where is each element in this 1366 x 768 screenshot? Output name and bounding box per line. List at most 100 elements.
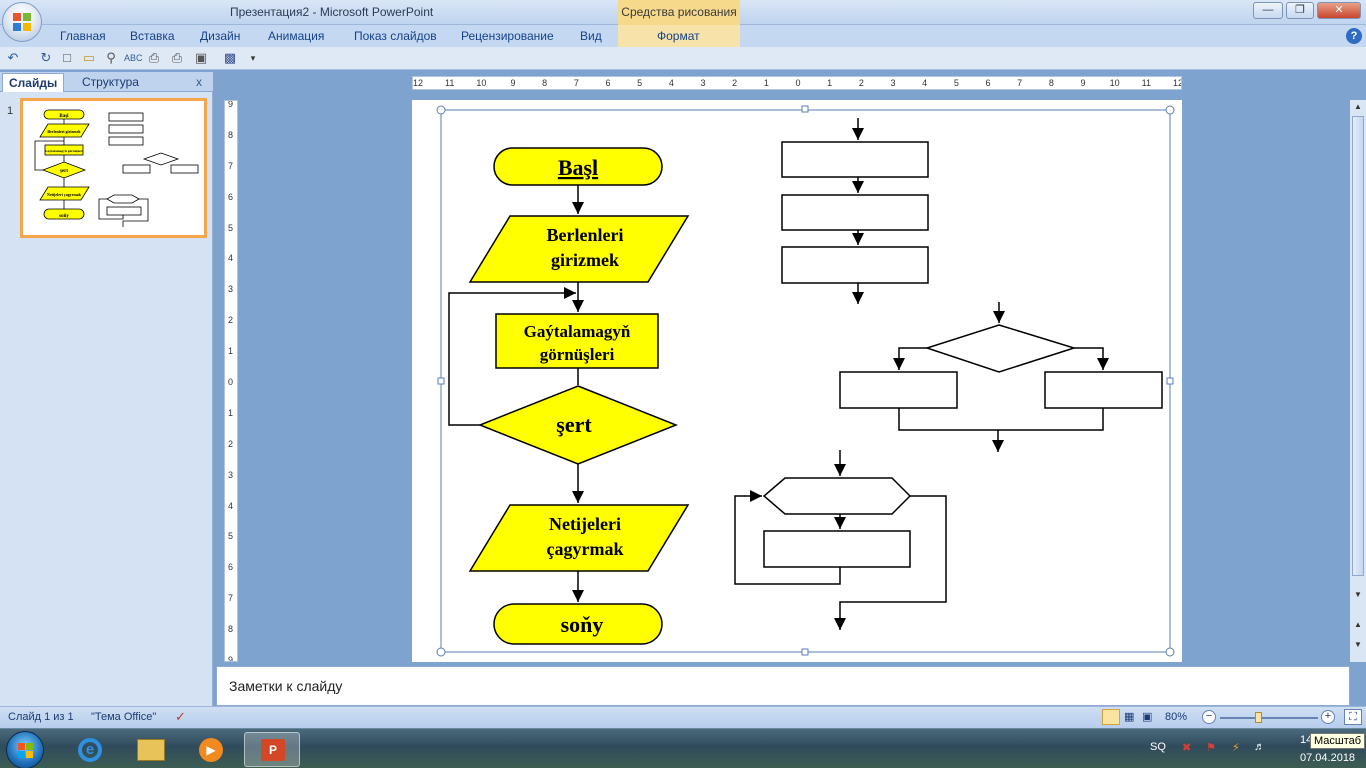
flowchart-svg: Başl Berlenleri girizmek Gaýtalamagyň gö… (436, 105, 1175, 657)
resize-handle-ne[interactable] (1165, 105, 1175, 115)
hruler-label: 9 (1080, 78, 1086, 88)
file-explorer-button[interactable] (123, 732, 179, 767)
start-button[interactable] (6, 731, 44, 768)
notes-placeholder[interactable]: Заметки к слайду (229, 678, 342, 694)
internet-explorer-button[interactable]: e (62, 732, 118, 767)
branch-left-box (839, 371, 958, 409)
tab-insert[interactable]: Вставка (130, 29, 175, 43)
language-indicator[interactable]: SQ (1150, 741, 1166, 753)
tab-slides[interactable]: Слайды (2, 73, 65, 92)
tab-slide-show[interactable]: Показ слайдов (354, 29, 437, 43)
powerpoint-icon: P (261, 739, 285, 761)
tab-animation[interactable]: Анимация (268, 29, 324, 43)
zoom-slider-track[interactable] (1220, 717, 1318, 719)
undo-icon[interactable]: ↶ (5, 50, 21, 66)
horizontal-ruler: 1211109876543210123456789101112 (412, 76, 1182, 90)
resize-handle-se[interactable] (1165, 647, 1175, 657)
print-preview-icon[interactable]: ⚲ (103, 50, 119, 66)
zoom-slider-thumb[interactable] (1255, 712, 1263, 723)
hruler-label: 0 (795, 78, 801, 88)
scroll-down-icon[interactable]: ▼ (1352, 590, 1364, 602)
folder-icon (137, 739, 165, 761)
tab-design[interactable]: Дизайн (200, 29, 240, 43)
volume-icon[interactable]: ♬ (1254, 741, 1265, 753)
resize-handle-e[interactable] (1166, 377, 1174, 385)
hruler-label: 12 (1172, 78, 1181, 88)
network-icon[interactable]: ✖ (1182, 741, 1191, 754)
process-text-line2: görnüşleri (540, 345, 615, 364)
minimize-button[interactable]: — (1253, 2, 1283, 19)
action-center-icon[interactable]: ⚑ (1206, 741, 1216, 754)
hruler-label: 8 (542, 78, 548, 88)
input-text-line2: girizmek (551, 250, 619, 270)
help-icon[interactable]: ? (1346, 28, 1362, 44)
resize-handle-s[interactable] (801, 648, 809, 656)
vruler-label: 1 (228, 346, 234, 357)
vruler-label: 5 (228, 222, 234, 233)
output-text-line2: çagyrmak (547, 539, 624, 559)
vertical-scrollbar[interactable]: ▲ ▼ ▲ ▼ (1350, 100, 1366, 662)
spelling-check-icon[interactable]: ✓ (175, 709, 186, 725)
thumb-start-text: Başl (59, 114, 69, 119)
hruler-label: 4 (668, 78, 674, 88)
print-icon[interactable]: ⎙ (169, 50, 185, 66)
spelling-icon[interactable]: ABC (124, 50, 143, 66)
resize-handle-n[interactable] (801, 105, 809, 113)
media-player-icon: ▶ (199, 738, 223, 762)
theme-name[interactable]: "Тема Office" (91, 711, 156, 723)
vruler-label: 4 (228, 253, 234, 264)
normal-view-icon[interactable] (1102, 709, 1120, 725)
vruler-label: 2 (228, 438, 234, 449)
save-icon[interactable]: ▩ (222, 50, 238, 66)
clock-date[interactable]: 07.04.2018 (1300, 752, 1355, 764)
hruler-label: 5 (953, 78, 959, 88)
hruler-label: 5 (637, 78, 643, 88)
slide-thumbnail[interactable]: Başl Berlenleri girizmek Gaýtalamagyň gö… (20, 98, 207, 238)
tab-home[interactable]: Главная (60, 29, 106, 43)
thumb-output-text: Netijeleri çagyrmak (47, 192, 82, 197)
resize-handle-w[interactable] (437, 377, 445, 385)
zoom-tooltip: Масштаб (1310, 733, 1366, 749)
vruler-label: 3 (228, 469, 234, 480)
slides-panel: Слайды Структура x 1 Başl Berlenleri gir… (0, 72, 213, 706)
tab-format[interactable]: Формат (657, 29, 700, 43)
layout-icon[interactable]: ▣ (193, 50, 209, 66)
open-icon[interactable]: ▭ (81, 50, 97, 66)
tab-review[interactable]: Рецензирование (461, 29, 554, 43)
customize-icon[interactable]: ▾ (245, 50, 261, 66)
zoom-level[interactable]: 80% (1165, 711, 1187, 723)
tab-structure[interactable]: Структура (76, 73, 145, 92)
previous-slide-icon[interactable]: ▲ (1352, 620, 1364, 632)
media-player-button[interactable]: ▶ (183, 732, 239, 767)
vruler-label: 8 (228, 624, 234, 635)
linear-step-2 (781, 194, 929, 231)
slide-canvas[interactable]: Başl Berlenleri girizmek Gaýtalamagyň gö… (412, 100, 1182, 662)
new-icon[interactable]: □ (59, 50, 75, 66)
slide-show-icon[interactable]: ▣ (1142, 710, 1152, 723)
slide-sorter-icon[interactable]: ▦ (1124, 710, 1134, 723)
redo-icon[interactable]: ↻ (38, 50, 54, 66)
fit-to-window-icon[interactable]: ⛶ (1344, 709, 1362, 725)
scroll-up-icon[interactable]: ▲ (1352, 102, 1364, 114)
power-icon[interactable]: ⚡ (1232, 741, 1240, 754)
vruler-label: 1 (228, 407, 234, 418)
resize-handle-sw[interactable] (436, 647, 446, 657)
zoom-out-icon[interactable]: − (1202, 710, 1216, 724)
hruler-label: 2 (858, 78, 864, 88)
resize-handle-nw[interactable] (436, 105, 446, 115)
branch-diamond (924, 324, 1077, 373)
next-slide-icon[interactable]: ▼ (1352, 640, 1364, 652)
maximize-button[interactable]: ❐ (1286, 2, 1314, 19)
panel-close-icon[interactable]: x (196, 75, 202, 89)
powerpoint-button[interactable]: P (244, 732, 300, 767)
quick-print-icon[interactable]: ⎙ (146, 50, 162, 66)
notes-pane[interactable]: Заметки к слайду (216, 666, 1350, 706)
linear-step-1 (781, 141, 929, 178)
close-button[interactable]: ✕ (1317, 2, 1361, 19)
zoom-in-icon[interactable]: + (1321, 710, 1335, 724)
office-button[interactable] (2, 2, 42, 42)
tab-view[interactable]: Вид (580, 29, 602, 43)
scroll-thumb[interactable] (1352, 116, 1364, 576)
internet-explorer-icon: e (78, 738, 102, 762)
thumb-process-text: Gaýtalamagyň görnüşleri (45, 149, 83, 153)
